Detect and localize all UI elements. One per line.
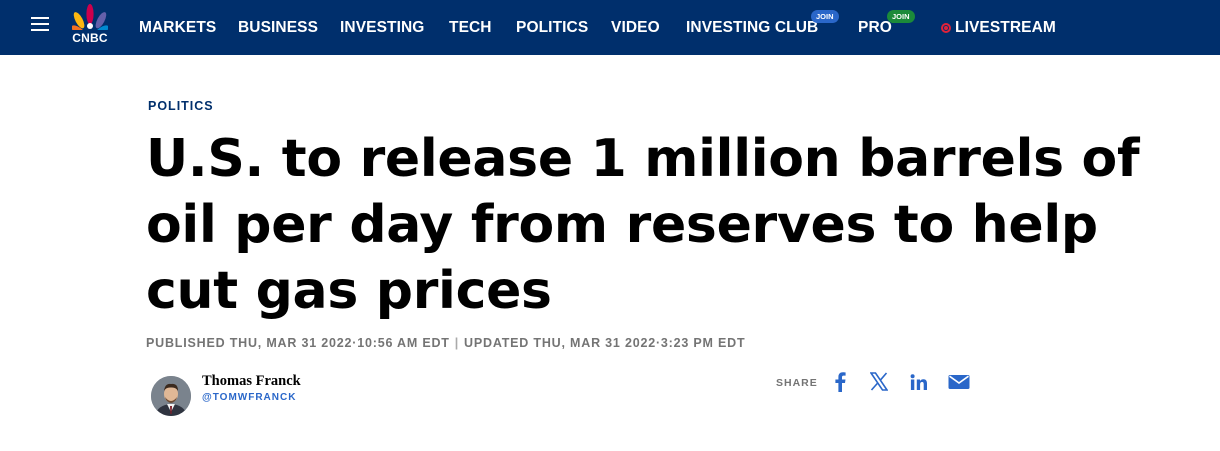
logo-text: CNBC: [72, 31, 108, 45]
nav-tech[interactable]: TECH: [449, 19, 492, 37]
peacock-icon: [72, 4, 108, 30]
email-icon[interactable]: [948, 372, 970, 396]
x-icon[interactable]: [869, 372, 889, 396]
author-photo: [151, 376, 191, 416]
published-time: PUBLISHED THU, MAR 31 2022·10:56 AM EDT: [146, 336, 450, 350]
nav-investing[interactable]: INVESTING: [340, 19, 424, 37]
linkedin-icon[interactable]: [910, 372, 928, 396]
hamburger-menu-icon[interactable]: [31, 17, 49, 31]
nav-video[interactable]: VIDEO: [611, 19, 660, 37]
facebook-icon[interactable]: [833, 372, 847, 397]
article-timestamp: PUBLISHED THU, MAR 31 2022·10:56 AM EDT |…: [146, 336, 745, 350]
nav-business[interactable]: BUSINESS: [238, 19, 318, 37]
author-avatar[interactable]: [151, 376, 191, 416]
live-indicator-icon: [941, 23, 951, 33]
cnbc-logo[interactable]: CNBC: [67, 4, 113, 45]
nav-livestream[interactable]: LIVESTREAM: [955, 19, 1056, 37]
investing-club-join-badge[interactable]: JOIN: [811, 10, 839, 23]
nav-investing-club[interactable]: INVESTING CLUB: [686, 19, 818, 37]
timestamp-separator: |: [454, 336, 460, 350]
article-section-label[interactable]: POLITICS: [148, 99, 214, 113]
share-label: SHARE: [776, 377, 818, 389]
pro-join-badge[interactable]: JOIN: [887, 10, 915, 23]
author-name[interactable]: Thomas Franck: [202, 373, 301, 390]
top-nav-bar: CNBC MARKETS BUSINESS INVESTING TECH POL…: [0, 0, 1220, 55]
updated-time: UPDATED THU, MAR 31 2022·3:23 PM EDT: [464, 336, 746, 350]
nav-markets[interactable]: MARKETS: [139, 19, 216, 37]
nav-politics[interactable]: POLITICS: [516, 19, 588, 37]
article-headline: U.S. to release 1 million barrels of oil…: [146, 129, 1140, 321]
nav-pro[interactable]: PRO: [858, 19, 892, 37]
author-twitter-handle[interactable]: @TOMWFRANCK: [202, 392, 296, 403]
